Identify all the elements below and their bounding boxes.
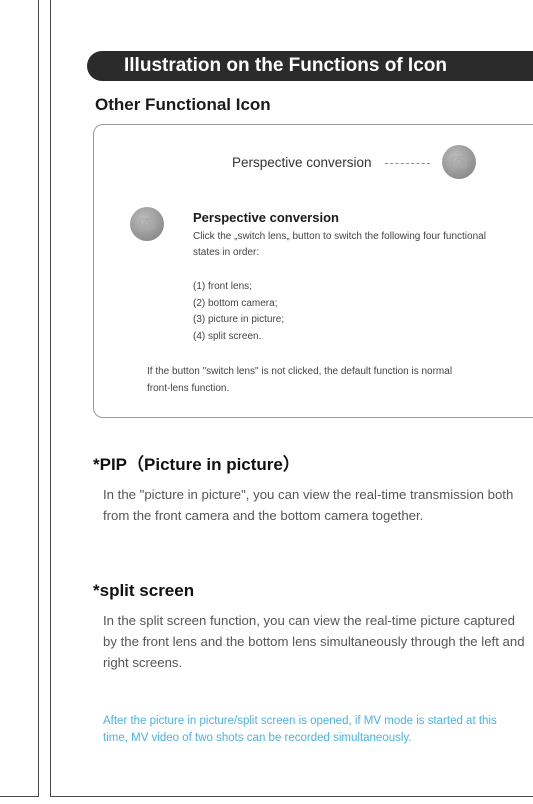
list-item: (4) split screen. bbox=[193, 330, 262, 342]
perspective-conversion-label: Perspective conversion bbox=[232, 155, 372, 170]
list-item: (3) picture in picture; bbox=[193, 314, 285, 325]
section-title: Other Functional Icon bbox=[95, 95, 271, 114]
split-screen-heading: *split screen bbox=[93, 581, 195, 600]
item-description: Click the „switch lens„ button to switch… bbox=[193, 231, 486, 258]
item-title: Perspective conversion bbox=[193, 210, 339, 225]
list-item: (1) front lens; bbox=[193, 281, 252, 292]
left-page-edge bbox=[0, 0, 39, 797]
function-state-list: (1) front lens; (2) bottom camera; (3) p… bbox=[193, 279, 284, 345]
banner-title: Illustration on the Functions of Icon bbox=[87, 51, 533, 81]
pip-heading: *PIP（Picture in picture） bbox=[93, 455, 300, 474]
list-item: (2) bottom camera; bbox=[193, 297, 278, 309]
mv-mode-note: After the picture in picture/split scree… bbox=[103, 715, 497, 744]
split-screen-paragraph: In the split screen function, you can vi… bbox=[103, 613, 525, 670]
default-function-note: If the button "switch lens" is not click… bbox=[147, 366, 453, 394]
pip-paragraph: In the "picture in picture", you can vie… bbox=[103, 487, 514, 523]
dashed-connector bbox=[385, 163, 430, 164]
perspective-conversion-icon bbox=[442, 145, 476, 179]
perspective-conversion-icon bbox=[130, 207, 164, 241]
